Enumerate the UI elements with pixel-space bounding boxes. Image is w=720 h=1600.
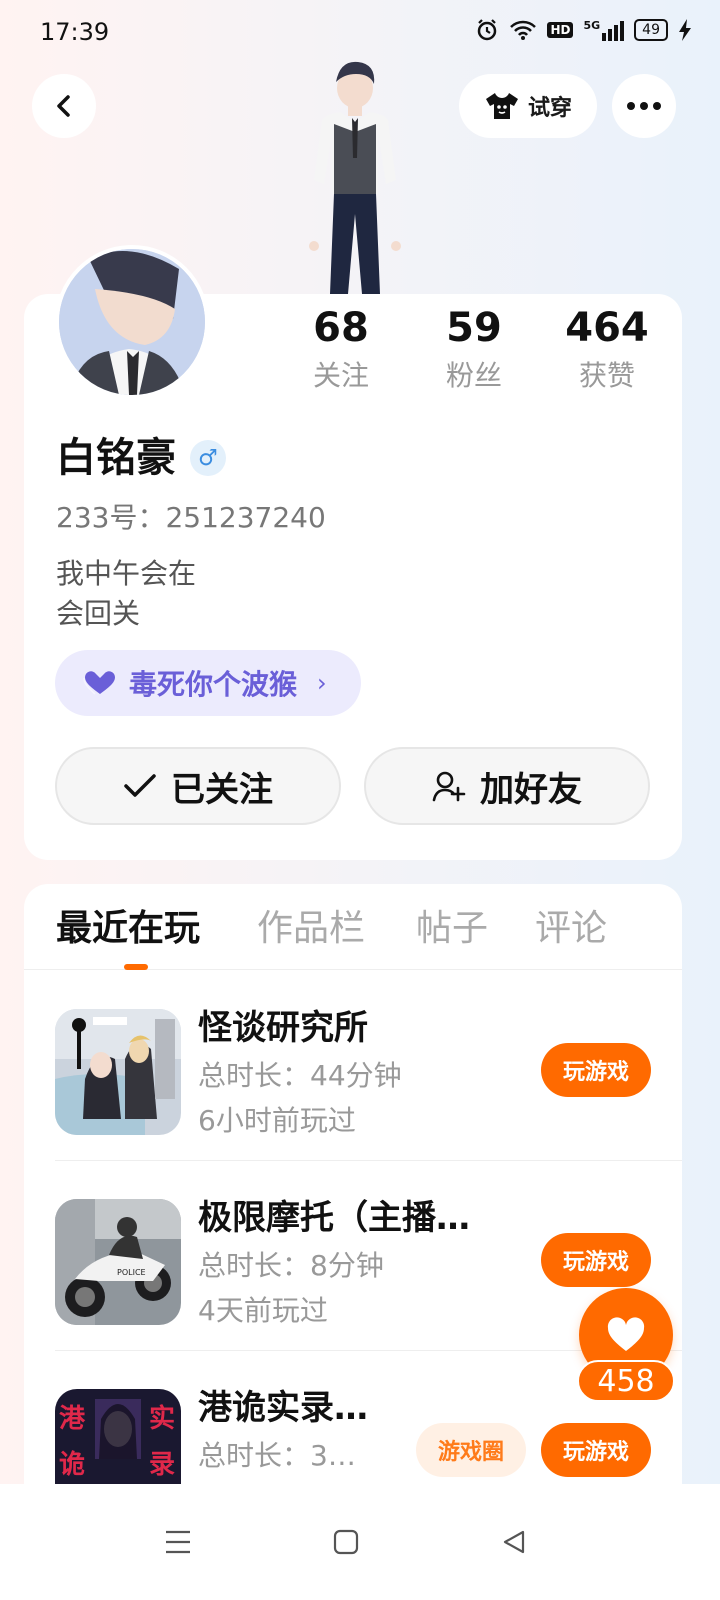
- avatar-character-image: [309, 61, 401, 294]
- back-nav-button[interactable]: [490, 1518, 538, 1566]
- followed-label: 已关注: [171, 769, 273, 810]
- game-title: 怪谈研究所: [198, 1008, 368, 1048]
- cover-text: 诡: [59, 1450, 85, 1480]
- tab-comments[interactable]: 评论: [535, 906, 607, 952]
- cover-text: 录: [149, 1450, 175, 1480]
- tab-posts[interactable]: 帖子: [416, 906, 488, 952]
- tab-works[interactable]: 作品栏: [257, 906, 365, 952]
- battery-icon: 49: [634, 19, 668, 41]
- stat-likes[interactable]: 464 获赞: [547, 304, 667, 394]
- cover-text: 港: [59, 1404, 86, 1434]
- back-button[interactable]: [32, 74, 96, 138]
- play-game-button[interactable]: 玩游戏: [541, 1233, 651, 1287]
- alarm-icon: [478, 19, 497, 41]
- user-name: 白铭豪: [56, 435, 176, 481]
- add-friend-button[interactable]: 加好友: [364, 747, 650, 825]
- divider: [55, 1160, 682, 1161]
- content-card: 最近在玩 作品栏 帖子 评论 怪谈研究所 总时长：44分钟 6小时前玩过 玩游戏…: [24, 884, 682, 1504]
- avatar-image: [59, 249, 205, 395]
- back-triangle-icon: [503, 1530, 525, 1554]
- add-user-icon: [432, 771, 466, 802]
- system-nav-bar: [0, 1484, 720, 1600]
- menu-icon: [166, 1530, 190, 1554]
- chevron-right-icon: ›: [317, 669, 327, 697]
- relationship-tag[interactable]: 毒死你个波猴 ›: [55, 650, 361, 716]
- try-on-label: 试穿: [527, 96, 572, 121]
- game-title: 极限摩托（主播…: [198, 1198, 470, 1238]
- game-duration: 总时长：8分钟: [198, 1249, 384, 1282]
- status-bar: 17:39 HD 5G 49: [0, 0, 720, 64]
- avatar[interactable]: [55, 245, 209, 399]
- game-last-played: 6小时前玩过: [198, 1104, 356, 1137]
- stat-following-value: 68: [313, 305, 369, 351]
- menu-nav-button[interactable]: [154, 1518, 202, 1566]
- add-friend-label: 加好友: [480, 769, 582, 810]
- stat-fans[interactable]: 59 粉丝: [414, 304, 534, 394]
- check-icon: [124, 774, 156, 797]
- list-item[interactable]: 怪谈研究所 总时长：44分钟 6小时前玩过 玩游戏: [24, 970, 682, 1160]
- more-button[interactable]: [612, 74, 676, 138]
- wifi-icon: [510, 20, 537, 40]
- game-cover-image: POLICE: [55, 1199, 181, 1325]
- name-row: 白铭豪 ♂: [56, 432, 226, 484]
- heart-icon: [83, 671, 115, 695]
- stat-likes-label: 获赞: [578, 359, 635, 392]
- hd-icon: HD: [547, 22, 574, 38]
- network-label: 5G: [583, 19, 601, 32]
- try-on-button[interactable]: 试穿: [459, 74, 597, 138]
- game-icon: [55, 1009, 181, 1135]
- like-count: 458: [577, 1360, 675, 1402]
- male-gender-icon: ♂: [190, 440, 226, 476]
- signal-icon: 5G: [583, 19, 625, 41]
- relationship-tag-label: 毒死你个波猴: [129, 668, 298, 701]
- user-bio: 我中午会在 会回关: [56, 557, 197, 630]
- more-icon: [627, 102, 661, 110]
- game-title: 港诡实录…: [198, 1388, 368, 1428]
- play-game-button[interactable]: 玩游戏: [541, 1043, 651, 1097]
- stat-fans-value: 59: [446, 305, 502, 351]
- back-icon: [57, 95, 70, 117]
- game-duration: 总时长：3…: [198, 1439, 356, 1472]
- home-square-icon: [333, 1529, 359, 1555]
- stat-fans-label: 粉丝: [445, 359, 502, 392]
- game-last-played: 4天前玩过: [198, 1294, 328, 1327]
- game-duration: 总时长：44分钟: [198, 1059, 402, 1092]
- stat-following-label: 关注: [312, 359, 369, 392]
- account-id[interactable]: 233号：251237240: [56, 500, 326, 536]
- moto-brand-text: POLICE: [117, 1268, 146, 1277]
- profile-stats: 68 关注 59 粉丝 464 获赞: [290, 304, 670, 404]
- heart-icon: [607, 1317, 645, 1351]
- charging-icon: [679, 19, 691, 41]
- stat-following[interactable]: 68 关注: [281, 304, 401, 394]
- game-cover-image: [55, 1009, 181, 1135]
- cover-text: 实: [149, 1403, 175, 1434]
- stat-likes-value: 464: [565, 305, 649, 351]
- tab-recently-played[interactable]: 最近在玩: [56, 906, 200, 952]
- home-nav-button[interactable]: [322, 1518, 370, 1566]
- status-icons: HD 5G 49: [475, 18, 692, 42]
- shirt-icon: [485, 93, 518, 119]
- status-time: 17:39: [40, 18, 110, 46]
- game-icon: POLICE: [55, 1199, 181, 1325]
- tab-bar: 最近在玩 作品栏 帖子 评论: [24, 884, 682, 970]
- play-game-button[interactable]: 玩游戏: [541, 1423, 651, 1477]
- followed-button[interactable]: 已关注: [55, 747, 341, 825]
- game-circle-button[interactable]: 游戏圈: [416, 1423, 526, 1477]
